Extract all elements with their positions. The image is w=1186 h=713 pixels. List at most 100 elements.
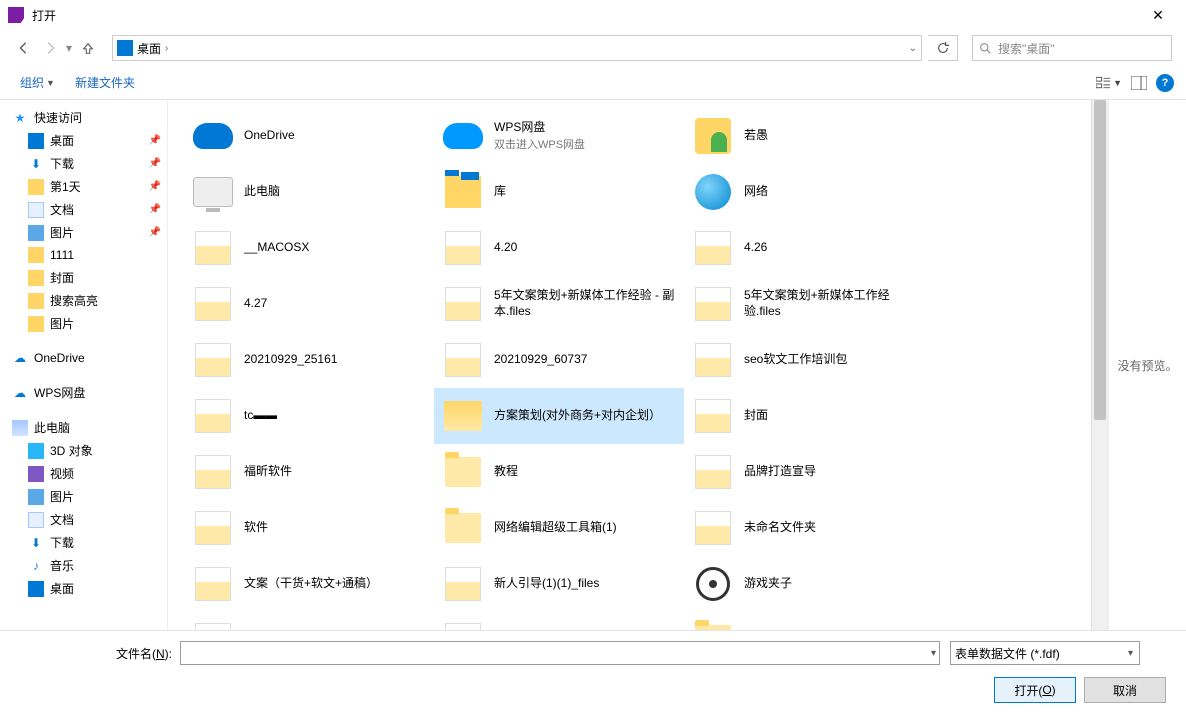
sidebar-item[interactable]: 文档 xyxy=(0,508,167,531)
view-options-button[interactable]: ▼ xyxy=(1096,71,1122,95)
sidebar-item[interactable]: 视频 xyxy=(0,462,167,485)
sidebar-onedrive[interactable]: ☁ OneDrive xyxy=(0,347,167,369)
file-item[interactable]: 福昕软件 xyxy=(184,444,434,500)
navbar: ▾ 桌面 › ⌄ 搜索"桌面" xyxy=(0,30,1186,66)
file-item[interactable]: 方案策划(对外商务+对内企划） xyxy=(434,388,684,444)
refresh-button[interactable] xyxy=(928,35,958,61)
sidebar-item[interactable]: 第1天📌 xyxy=(0,175,167,198)
scrollbar[interactable] xyxy=(1091,100,1108,630)
organize-button[interactable]: 组织 ▼ xyxy=(12,70,63,95)
sidebar-wps[interactable]: ☁ WPS网盘 xyxy=(0,381,167,404)
file-item[interactable]: 4.27 xyxy=(184,276,434,332)
lib-icon xyxy=(445,176,481,208)
sidebar-item[interactable]: ⬇下载 xyxy=(0,531,167,554)
breadcrumb-caret[interactable]: › xyxy=(165,43,168,54)
file-item[interactable]: 20210929_25161 xyxy=(184,332,434,388)
sidebar-item[interactable]: ♪音乐 xyxy=(0,554,167,577)
folder-files-icon xyxy=(445,343,481,377)
open-button[interactable]: 打开(O) xyxy=(994,677,1076,703)
back-button[interactable] xyxy=(14,38,34,58)
file-item[interactable]: 20210929_60737 xyxy=(434,332,684,388)
pin-icon: 📌 xyxy=(149,135,161,146)
sidebar-quick-access[interactable]: ★ 快速访问 xyxy=(0,106,167,129)
folder-icon xyxy=(28,270,44,286)
file-item[interactable]: 新人引导(1)(1)_files xyxy=(434,556,684,612)
file-item[interactable]: 未命名文件夹 xyxy=(684,500,934,556)
search-input[interactable]: 搜索"桌面" xyxy=(972,35,1172,61)
desktop-icon xyxy=(28,133,44,149)
folder-files-icon xyxy=(195,455,231,489)
file-item[interactable]: 4.20 xyxy=(434,220,684,276)
address-dropdown[interactable]: ⌄ xyxy=(909,43,917,54)
onedrive-icon: ☁ xyxy=(12,350,28,366)
file-item[interactable]: tc▬▬ xyxy=(184,388,434,444)
file-item[interactable]: 5年文案策划+新媒体工作经验 - 副本.files xyxy=(434,276,684,332)
file-item[interactable]: 5年文案策划+新媒体工作经验.files xyxy=(684,276,934,332)
file-item[interactable]: OneDrive xyxy=(184,108,434,164)
file-item[interactable]: 封面 xyxy=(684,388,934,444)
sidebar-item[interactable]: 1111 xyxy=(0,244,167,266)
cancel-button[interactable]: 取消 xyxy=(1084,677,1166,703)
pic-icon xyxy=(28,489,44,505)
pc-icon xyxy=(12,420,28,436)
forward-button[interactable] xyxy=(40,38,60,58)
download-icon: ⬇ xyxy=(28,535,44,551)
sidebar-item[interactable]: 文档📌 xyxy=(0,198,167,221)
sidebar-item[interactable]: 搜索高亮 xyxy=(0,289,167,312)
sidebar-item[interactable]: 3D 对象 xyxy=(0,439,167,462)
file-item[interactable]: 此电脑 xyxy=(184,164,434,220)
preview-empty-text: 没有预览。 xyxy=(1117,357,1177,374)
file-item[interactable]: 软件 xyxy=(184,500,434,556)
file-item[interactable]: 文案（干货+软文+通稿） xyxy=(184,556,434,612)
file-list[interactable]: OneDriveWPS网盘双击进入WPS网盘若愚此电脑库网络__MACOSX4.… xyxy=(168,100,1091,630)
sidebar[interactable]: ★ 快速访问 桌面📌⬇下载📌第1天📌文档📌图片📌 1111封面搜索高亮图片 ☁ … xyxy=(0,100,168,630)
sidebar-item[interactable]: 图片📌 xyxy=(0,221,167,244)
sidebar-item[interactable]: 图片 xyxy=(0,485,167,508)
file-item[interactable]: 若愚 xyxy=(684,108,934,164)
sidebar-item[interactable]: 桌面 xyxy=(0,577,167,600)
file-item[interactable]: 品牌打造宣导 xyxy=(684,444,934,500)
file-item[interactable]: WPS网盘双击进入WPS网盘 xyxy=(434,108,684,164)
filename-input[interactable] xyxy=(180,641,940,665)
folder-files-icon xyxy=(445,567,481,601)
file-item[interactable]: 网络编辑超级工具箱(1) xyxy=(434,500,684,556)
file-item[interactable]: 教程 xyxy=(434,444,684,500)
file-item[interactable] xyxy=(434,612,684,630)
new-folder-button[interactable]: 新建文件夹 xyxy=(67,70,143,95)
file-item[interactable] xyxy=(184,612,434,630)
app-icon xyxy=(8,7,24,23)
sidebar-item[interactable]: ⬇下载📌 xyxy=(0,152,167,175)
folder-files-icon xyxy=(695,287,731,321)
file-item[interactable]: 网络 xyxy=(684,164,934,220)
folder-icon xyxy=(28,247,44,263)
history-dropdown[interactable]: ▾ xyxy=(66,41,72,55)
sidebar-item[interactable]: 桌面📌 xyxy=(0,129,167,152)
sidebar-item[interactable]: 图片 xyxy=(0,312,167,335)
folder-icon xyxy=(28,316,44,332)
sidebar-this-pc[interactable]: 此电脑 xyxy=(0,416,167,439)
onedrive-icon xyxy=(193,123,233,149)
preview-pane: 没有预览。 xyxy=(1108,100,1186,630)
file-item[interactable]: __MACOSX xyxy=(184,220,434,276)
breadcrumb[interactable]: 桌面 xyxy=(137,40,161,57)
filetype-select[interactable]: 表单数据文件 (*.fdf) xyxy=(950,641,1140,665)
scrollbar-thumb[interactable] xyxy=(1094,100,1106,420)
file-item[interactable]: 库 xyxy=(434,164,684,220)
video-icon xyxy=(28,466,44,482)
pin-icon: 📌 xyxy=(149,181,161,192)
file-item[interactable]: 4.26 xyxy=(684,220,934,276)
toolbar: 组织 ▼ 新建文件夹 ▼ ? xyxy=(0,66,1186,100)
user-icon xyxy=(695,118,731,154)
sidebar-item[interactable]: 封面 xyxy=(0,266,167,289)
up-button[interactable] xyxy=(78,38,98,58)
preview-pane-button[interactable] xyxy=(1126,71,1152,95)
file-item[interactable]: Draw & Guess xyxy=(684,612,934,630)
file-item[interactable]: 游戏夹子 xyxy=(684,556,934,612)
net-icon xyxy=(695,174,731,210)
folder-files-icon xyxy=(195,567,231,601)
file-item[interactable]: seo软文工作培训包 xyxy=(684,332,934,388)
help-button[interactable]: ? xyxy=(1156,74,1174,92)
close-button[interactable]: ✕ xyxy=(1138,7,1178,24)
3d-icon xyxy=(28,443,44,459)
address-bar[interactable]: 桌面 › ⌄ xyxy=(112,35,922,61)
